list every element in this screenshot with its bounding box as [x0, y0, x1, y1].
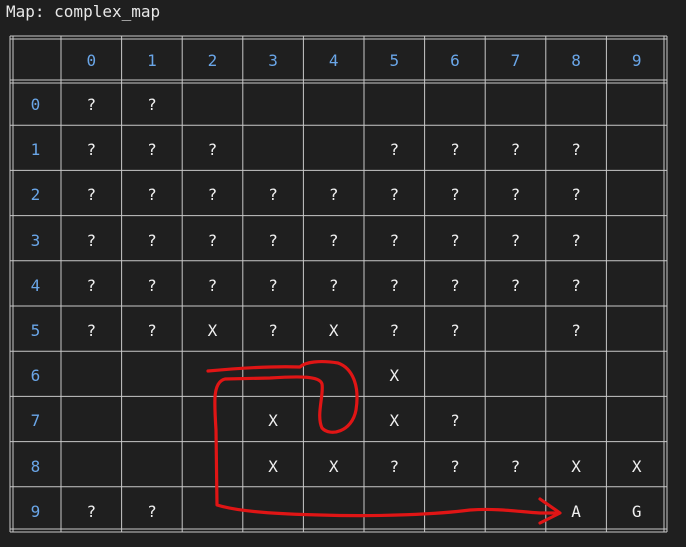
column-header: 5: [389, 50, 400, 70]
grid-cell: ?: [86, 321, 97, 341]
grid-cell: ?: [86, 140, 97, 160]
grid-cell: ?: [450, 185, 460, 205]
grid-cell: ?: [328, 185, 339, 205]
grid-cell: ?: [510, 275, 521, 295]
grid-cell: ?: [389, 275, 400, 295]
grid-cell: X: [207, 321, 218, 341]
grid-cell: ?: [571, 140, 581, 160]
column-header: 4: [328, 50, 339, 70]
grid-cell: ?: [86, 95, 97, 115]
grid-cell: ?: [268, 275, 278, 295]
row-header: 4: [30, 275, 41, 295]
grid-cell: ?: [268, 185, 278, 205]
row-header: 3: [30, 230, 41, 250]
grid-cell: X: [571, 456, 581, 476]
grid-cell: X: [389, 366, 400, 386]
grid-cell: ?: [450, 456, 460, 476]
grid-cell: ?: [207, 140, 218, 160]
grid-cell: ?: [86, 275, 97, 295]
grid-cell: A: [571, 501, 581, 521]
grid-cell: ?: [268, 321, 278, 341]
column-header: 9: [631, 50, 642, 70]
column-header: 2: [207, 50, 218, 70]
grid-cell: ?: [147, 275, 157, 295]
grid-cell: ?: [389, 185, 400, 205]
column-header: 8: [571, 50, 581, 70]
grid-cell: ?: [571, 185, 581, 205]
row-header: 6: [30, 366, 41, 386]
grid-cell: ?: [450, 321, 460, 341]
grid-cell: G: [631, 501, 642, 521]
grid-cell: ?: [328, 230, 339, 250]
grid-cell: ?: [147, 95, 157, 115]
grid-cell: ?: [268, 230, 278, 250]
row-header: 8: [30, 456, 41, 476]
grid-cell: ?: [389, 140, 400, 160]
grid-cell: ?: [207, 230, 218, 250]
column-header: 1: [147, 50, 157, 70]
grid-cell: ?: [389, 321, 400, 341]
row-header: 5: [30, 321, 41, 341]
grid-cell: ?: [147, 501, 157, 521]
row-header: 2: [30, 185, 41, 205]
grid-cell: ?: [147, 140, 157, 160]
grid-cell: ?: [571, 230, 581, 250]
column-header: 7: [510, 50, 521, 70]
grid-cell: ?: [207, 185, 218, 205]
row-header: 0: [30, 95, 41, 115]
grid-cell: ?: [86, 501, 97, 521]
grid-cell: ?: [207, 275, 218, 295]
grid-cell: X: [389, 411, 400, 431]
grid-cell: X: [631, 456, 642, 476]
grid-cell: ?: [571, 275, 581, 295]
row-header: 1: [30, 140, 41, 160]
column-header: 6: [450, 50, 460, 70]
grid-cell: ?: [450, 140, 460, 160]
grid-cell: ?: [389, 230, 400, 250]
grid-cell: ?: [86, 230, 97, 250]
grid-cell: ?: [571, 321, 581, 341]
grid-cell: ?: [328, 275, 339, 295]
row-header: 7: [30, 411, 41, 431]
grid-cell: ?: [510, 140, 521, 160]
grid-cell: ?: [450, 411, 460, 431]
column-header: 0: [86, 50, 97, 70]
grid-cell: ?: [86, 185, 97, 205]
grid-cell: ?: [389, 456, 400, 476]
grid-cell: ?: [450, 230, 460, 250]
grid-cell: ?: [510, 185, 521, 205]
grid-cell: ?: [147, 185, 157, 205]
grid-cell: X: [328, 456, 339, 476]
grid-cell: ?: [510, 230, 521, 250]
row-header: 9: [30, 501, 41, 521]
grid-cell: ?: [147, 321, 157, 341]
grid-cell: ?: [147, 230, 157, 250]
grid-cell: X: [268, 456, 278, 476]
grid-cell: ?: [510, 456, 521, 476]
column-header: 3: [268, 50, 278, 70]
grid-cell: X: [328, 321, 339, 341]
grid-cell: X: [268, 411, 278, 431]
grid-cell: ?: [450, 275, 460, 295]
